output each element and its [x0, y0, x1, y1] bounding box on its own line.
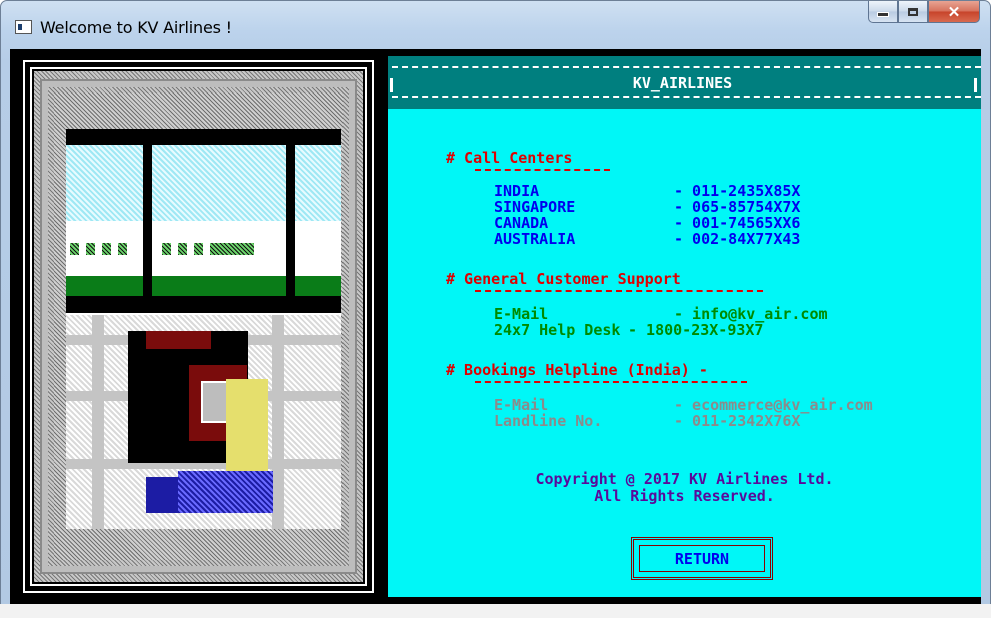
traveller-shoe — [146, 477, 181, 513]
header-dash-top — [392, 66, 981, 68]
traveller-arm — [226, 379, 268, 479]
helpdesk-label: 24x7 Help Desk — [494, 321, 621, 339]
rights-line: All Rights Reserved. — [594, 487, 775, 505]
runway-grass — [66, 276, 341, 296]
minimize-icon — [877, 12, 889, 17]
country-label: SINGAPORE — [494, 198, 576, 216]
floor-line — [272, 315, 284, 529]
maximize-button[interactable] — [898, 1, 928, 23]
email-label: E-Mail — [494, 305, 549, 323]
country-label: INDIA — [494, 182, 540, 200]
return-button[interactable]: RETURN — [631, 537, 773, 580]
window-title: Welcome to KV Airlines ! — [40, 18, 232, 37]
country-label: AUSTRALIA — [494, 230, 576, 248]
window-mullion-left — [143, 129, 152, 313]
heading-underline — [475, 169, 610, 171]
maximize-icon — [908, 7, 918, 16]
heading-underline — [475, 290, 763, 292]
window-frame-bottom — [66, 296, 341, 313]
return-button-label: RETURN — [674, 549, 730, 568]
window-frame-top — [66, 129, 341, 145]
email-label: E-Mail — [494, 396, 549, 414]
info-panel: KV_AIRLINES # Call Centers INDIA - 011-2… — [388, 56, 981, 597]
heading-underline — [475, 381, 747, 383]
caption-buttons: ✕ — [868, 1, 980, 29]
header-dash-bottom — [392, 96, 981, 98]
window-mullion-right — [286, 129, 295, 313]
email-value: - ecommerce@kv_air.com — [674, 396, 873, 414]
title-bar[interactable]: Welcome to KV Airlines ! ✕ — [1, 1, 990, 49]
airplane-windows — [66, 243, 341, 255]
traveller-illustration — [66, 129, 341, 529]
email-value: - info@kv_air.com — [674, 305, 828, 323]
general-support-heading: # General Customer Support — [446, 270, 681, 288]
phone-number: - 065-85754X7X — [674, 198, 801, 216]
console-area: KV_AIRLINES # Call Centers INDIA - 011-2… — [10, 49, 981, 605]
phone-number: - 002-84X77X43 — [674, 230, 801, 248]
traveller-trousers — [178, 471, 273, 513]
floor-line — [92, 315, 104, 529]
close-button[interactable]: ✕ — [928, 1, 980, 23]
phone-number: - 001-74565XX6 — [674, 214, 801, 232]
phone-number: - 011-2435X85X — [674, 182, 801, 200]
call-centers-heading: # Call Centers — [446, 149, 573, 167]
window-bottom-edge — [0, 604, 991, 618]
console-app-icon — [15, 20, 32, 34]
close-icon: ✕ — [947, 3, 961, 21]
minimize-button[interactable] — [868, 1, 898, 23]
header-title: KV_AIRLINES — [632, 74, 733, 92]
landline-value: - 011-2342X76X — [674, 412, 801, 430]
illustration-panel — [20, 56, 377, 597]
traveller-cap — [146, 331, 211, 349]
copyright-line: Copyright @ 2017 KV Airlines Ltd. — [535, 470, 834, 488]
app-window: Welcome to KV Airlines ! ✕ KV_AIRLINES #… — [0, 0, 991, 612]
country-label: CANADA — [494, 214, 549, 232]
header-bar: KV_AIRLINES — [388, 56, 981, 109]
landline-label: Landline No. — [494, 412, 603, 430]
bookings-heading: # Bookings Helpline (India) - — [446, 361, 708, 379]
helpdesk-value: - 1800-23X-93X7 — [628, 321, 764, 339]
